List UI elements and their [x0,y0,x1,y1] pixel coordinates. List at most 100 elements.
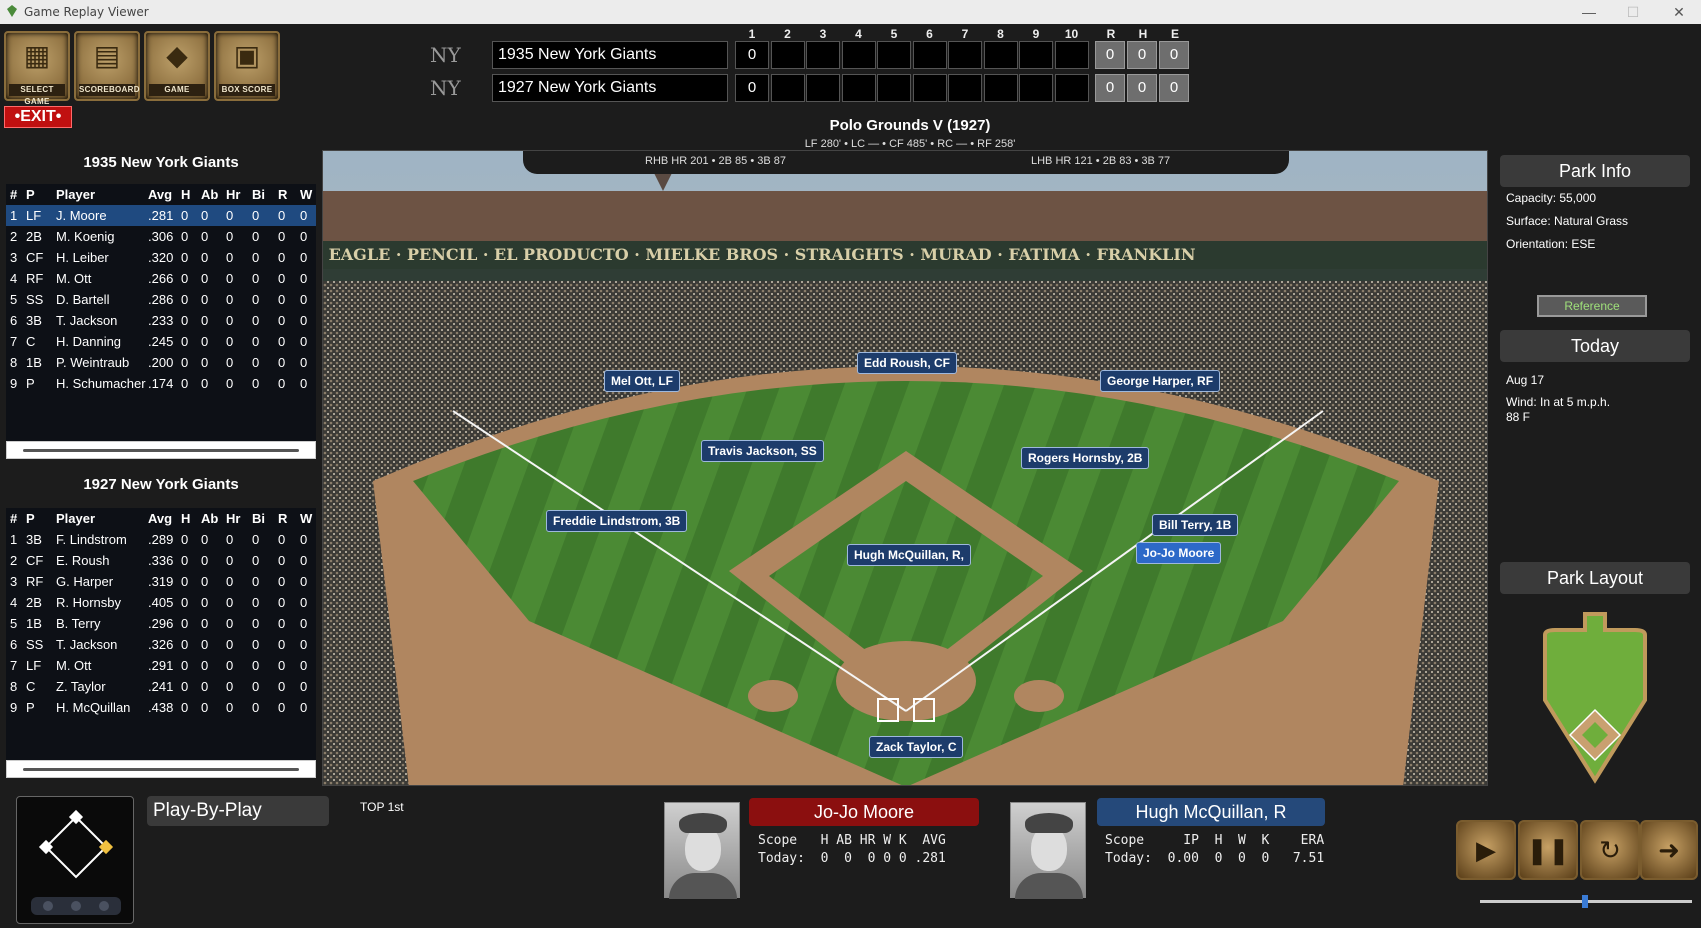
roster-cell: 0 [300,355,308,370]
roster-column-header[interactable]: P [26,187,52,202]
play-button[interactable]: ▶ [1456,820,1516,880]
roster-row[interactable]: 6 SS T. Jackson .326 0 0 0 0 0 0 [6,634,316,655]
roster-cell: 0 [201,532,209,547]
roster-row[interactable]: 2 CF E. Roush .336 0 0 0 0 0 0 [6,550,316,571]
fielder-label-1b[interactable]: Bill Terry, 1B [1152,514,1239,536]
roster-row[interactable]: 9 P H. McQuillan .438 0 0 0 0 0 0 [6,697,316,718]
roster-column-header[interactable]: # [10,187,22,202]
roster-cell: 0 [278,271,286,286]
roster-column-header[interactable]: Avg [148,511,178,526]
roster-column-header[interactable]: # [10,511,22,526]
roster-column-header[interactable]: Player [56,511,146,526]
home-roster-scrollbar[interactable] [6,760,316,778]
away-roster-table[interactable]: # P Player Avg H Ab Hr Bi R W 1 LF J. Moore .281 0 0 0 0 0… [6,184,316,442]
roster-column-header[interactable]: R [278,187,292,202]
roster-cell: 0 [201,700,209,715]
pause-button[interactable]: ❚❚ [1518,820,1578,880]
select-game-button[interactable]: ▦ SELECT GAME [4,31,70,106]
roster-row[interactable]: 4 2B R. Hornsby .405 0 0 0 0 0 0 [6,592,316,613]
away-inning-score [806,41,840,69]
roster-cell: 0 [201,250,209,265]
roster-cell: 0 [201,616,209,631]
pitcher-label[interactable]: Hugh McQuillan, R, [847,544,971,566]
roster-row[interactable]: 1 LF J. Moore .281 0 0 0 0 0 0 [6,205,316,226]
fielder-label-rf[interactable]: George Harper, RF [1100,370,1221,392]
box-score-label: BOX SCORE [219,84,275,96]
roster-cell: 0 [181,292,189,307]
roster-column-header[interactable]: Hr [226,187,244,202]
home-inning-score [912,74,947,102]
box-score-button[interactable]: ▣ BOX SCORE [214,31,280,101]
roster-row[interactable]: 7 C H. Danning .245 0 0 0 0 0 0 [6,331,316,352]
roster-column-header[interactable]: H [181,511,195,526]
fielder-label-2b[interactable]: Rogers Hornsby, 2B [1021,447,1150,469]
home-roster-table[interactable]: # P Player Avg H Ab Hr Bi R W 1 3B F. Lindstrom .289 0… [6,508,316,762]
roster-row[interactable]: 9 P H. Schumacher .174 0 0 0 0 0 0 [6,373,316,394]
fielder-label-cf[interactable]: Edd Roush, CF [857,352,957,374]
roster-cell: 0 [300,700,308,715]
exit-button[interactable]: •EXIT• [4,106,72,128]
roster-cell: 0 [181,208,189,223]
roster-column-header[interactable]: Ab [201,511,221,526]
maximize-button[interactable]: ☐ [1618,2,1648,22]
roster-row[interactable]: 4 RF M. Ott .266 0 0 0 0 0 0 [6,268,316,289]
fielder-label-ss[interactable]: Travis Jackson, SS [701,440,824,462]
roster-column-header[interactable]: Avg [148,187,178,202]
roster-row[interactable]: 6 3B T. Jackson .233 0 0 0 0 0 0 [6,310,316,331]
catcher-label[interactable]: Zack Taylor, C [869,736,964,758]
roster-row[interactable]: 1 3B F. Lindstrom .289 0 0 0 0 0 0 [6,529,316,550]
away-inning-score [1054,41,1089,69]
park-layout-title: Park Layout [1500,562,1690,594]
home-inning-score [1054,74,1089,102]
close-button[interactable]: ✕ [1664,2,1694,22]
roster-cell: 0 [201,679,209,694]
roster-cell: 2 [10,553,18,568]
roster-cell: .281 [148,208,174,223]
roster-cell: 0 [181,376,189,391]
game-button[interactable]: ◆ GAME [144,31,210,101]
roster-column-header[interactable]: Ab [201,187,221,202]
today-date: Aug 17 [1506,373,1545,387]
roster-column-header[interactable]: R [278,511,292,526]
replay-button[interactable]: ↻ [1580,820,1640,880]
park-name: Polo Grounds V (1927) [829,117,991,134]
roster-row[interactable]: 7 LF M. Ott .291 0 0 0 0 0 0 [6,655,316,676]
roster-column-header[interactable]: P [26,511,52,526]
park-capacity: Capacity: 55,000 [1506,191,1597,205]
roster-cell: 0 [252,208,260,223]
inning-header: 1 [748,27,756,41]
roster-cell: B. Terry [56,616,101,631]
roster-column-header[interactable]: Hr [226,511,244,526]
scoreboard-button[interactable]: ▤ SCOREBOARD [74,31,140,101]
roster-cell: 0 [252,313,260,328]
minimize-button[interactable]: — [1574,2,1604,22]
speed-slider-knob[interactable] [1582,895,1588,908]
roster-cell: 0 [201,208,209,223]
speed-slider[interactable] [1480,895,1692,908]
roster-row[interactable]: 8 C Z. Taylor .241 0 0 0 0 0 0 [6,676,316,697]
roster-column-header[interactable]: W [300,511,314,526]
roster-cell: 0 [300,250,308,265]
roster-row[interactable]: 8 1B P. Weintraub .200 0 0 0 0 0 0 [6,352,316,373]
roster-row[interactable]: 5 SS D. Bartell .286 0 0 0 0 0 0 [6,289,316,310]
roster-column-header[interactable]: H [181,187,195,202]
roster-row[interactable]: 2 2B M. Koenig .306 0 0 0 0 0 0 [6,226,316,247]
roster-column-header[interactable]: Bi [252,187,270,202]
roster-column-header[interactable]: Bi [252,511,270,526]
reference-button[interactable]: Reference [1537,295,1647,317]
roster-row[interactable]: 3 CF H. Leiber .320 0 0 0 0 0 0 [6,247,316,268]
roster-cell: 0 [300,292,308,307]
roster-row[interactable]: 5 1B B. Terry .296 0 0 0 0 0 0 [6,613,316,634]
roster-row[interactable]: 3 RF G. Harper .319 0 0 0 0 0 0 [6,571,316,592]
roster-cell: 0 [252,616,260,631]
roster-column-header[interactable]: Player [56,187,146,202]
roster-cell: 0 [300,271,308,286]
runner-label[interactable]: Jo-Jo Moore [1136,542,1222,564]
fielder-label-3b[interactable]: Freddie Lindstrom, 3B [546,510,688,532]
roster-cell: 0 [252,376,260,391]
skip-button[interactable]: ➜ [1640,820,1698,880]
away-roster-scrollbar[interactable] [6,441,316,459]
roster-cell: .291 [148,658,174,673]
fielder-label-lf[interactable]: Mel Ott, LF [604,370,680,392]
roster-column-header[interactable]: W [300,187,314,202]
